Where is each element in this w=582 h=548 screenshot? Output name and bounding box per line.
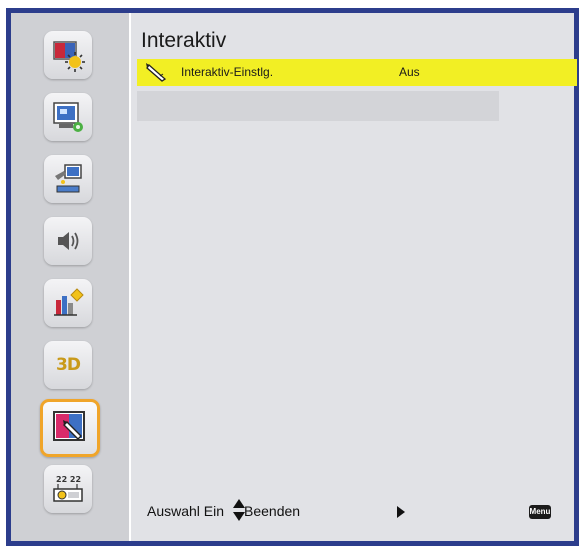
menu-row-interactive-settings[interactable]: Interaktiv-Einstlg. Aus [137, 59, 577, 86]
speaker-icon [58, 232, 79, 250]
footer-exit-text: Beenden [244, 503, 301, 519]
sidebar-item-3d[interactable]: 3D [44, 341, 92, 389]
pen-icon [145, 61, 171, 88]
sidebar: 3D 22 22 [11, 13, 131, 541]
interactive-icon [53, 411, 85, 441]
osd-menu-window: 3D 22 22 Interaktiv Interaktiv-Einstlg. … [6, 8, 579, 546]
svg-text:22 22: 22 22 [56, 475, 81, 484]
enter-arrow-icon [397, 506, 405, 518]
sidebar-item-setup[interactable] [44, 155, 92, 203]
setup-icon [55, 164, 82, 193]
display-icon [53, 102, 83, 132]
menu-key-icon: Menu [529, 505, 551, 519]
sidebar-item-audio[interactable] [44, 217, 92, 265]
sidebar-item-interactive[interactable] [40, 399, 100, 457]
options-icon [54, 288, 84, 316]
sidebar-item-network[interactable]: 22 22 [44, 465, 92, 513]
3d-icon: 3D [56, 355, 81, 375]
footer-hint-bar: Auswahl Ein Beenden Menu [147, 499, 567, 523]
content-panel: Interaktiv Interaktiv-Einstlg. Aus Auswa… [131, 13, 577, 541]
sidebar-item-display[interactable] [44, 93, 92, 141]
row-label: Interaktiv-Einstlg. [181, 65, 274, 79]
footer-select-text: Auswahl Ein [147, 503, 225, 519]
sidebar-item-options[interactable] [44, 279, 92, 327]
network-icon: 22 22 [53, 475, 83, 502]
row-value[interactable]: Aus [399, 65, 420, 79]
page-title: Interaktiv [141, 29, 227, 52]
sidebar-item-image-settings[interactable] [44, 31, 92, 79]
image-settings-icon [53, 41, 85, 72]
menu-row-empty [137, 91, 499, 121]
